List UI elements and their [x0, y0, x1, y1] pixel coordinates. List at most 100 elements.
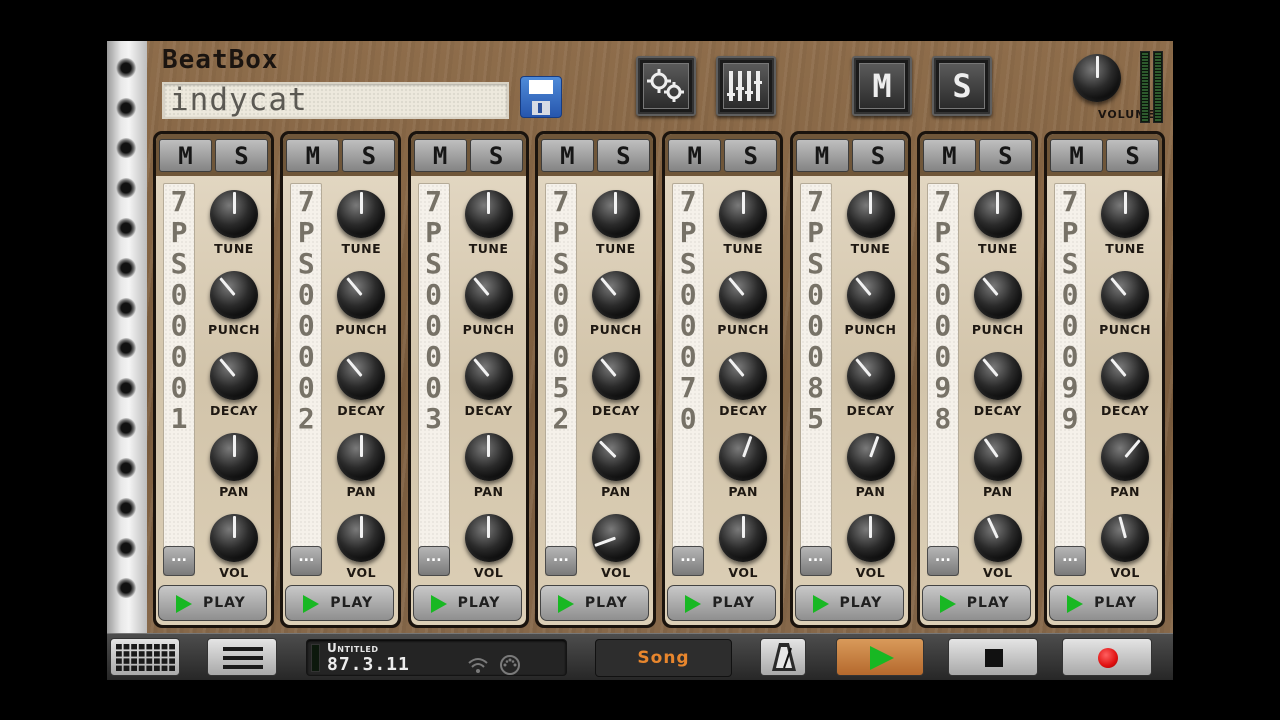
- channel-mute-button[interactable]: M: [413, 139, 467, 172]
- floppy-disk-icon[interactable]: [520, 76, 562, 118]
- punch-knob[interactable]: [591, 271, 640, 319]
- tune-knob[interactable]: [337, 190, 386, 238]
- pattern-name-field[interactable]: indycat: [162, 82, 509, 119]
- sample-name-display[interactable]: 7PS00098: [926, 183, 959, 576]
- channel-solo-button[interactable]: S: [724, 139, 778, 172]
- sample-browse-button[interactable]: ...: [417, 546, 450, 576]
- pan-knob[interactable]: [464, 433, 513, 481]
- pan-knob[interactable]: [846, 433, 895, 481]
- vol-knob[interactable]: [1101, 514, 1150, 562]
- channel-mute-button[interactable]: M: [1050, 139, 1104, 172]
- decay-knob[interactable]: [846, 352, 895, 400]
- channel-solo-button[interactable]: S: [978, 139, 1032, 172]
- stop-button[interactable]: [948, 638, 1038, 676]
- decay-knob[interactable]: [464, 352, 513, 400]
- channel-solo-button[interactable]: S: [1106, 139, 1160, 172]
- sample-name-display[interactable]: 7PS00002: [290, 183, 323, 576]
- mixer-button[interactable]: [716, 56, 776, 116]
- punch-knob[interactable]: [846, 271, 895, 319]
- channel-solo-button[interactable]: S: [342, 139, 396, 172]
- vol-knob[interactable]: [591, 514, 640, 562]
- sample-browse-button[interactable]: ...: [290, 546, 323, 576]
- pan-knob[interactable]: [337, 433, 386, 481]
- channel-solo-button[interactable]: S: [469, 139, 523, 172]
- pan-knob[interactable]: [973, 433, 1022, 481]
- punch-knob[interactable]: [973, 271, 1022, 319]
- sample-name-display[interactable]: 7PS00099: [1054, 183, 1087, 576]
- channel-mute-button[interactable]: M: [159, 139, 212, 172]
- decay-knob[interactable]: [210, 352, 258, 400]
- sample-name-display[interactable]: 7PS00052: [544, 183, 577, 576]
- channel-solo-button[interactable]: S: [215, 139, 268, 172]
- channel-play-button[interactable]: PLAY: [539, 585, 649, 621]
- decay-knob[interactable]: [973, 352, 1022, 400]
- settings-button[interactable]: [636, 56, 696, 116]
- vol-label: VOL: [983, 565, 1013, 580]
- punch-knob[interactable]: [464, 271, 513, 319]
- punch-knob[interactable]: [719, 271, 768, 319]
- decay-knob[interactable]: [719, 352, 768, 400]
- play-button[interactable]: [836, 638, 924, 676]
- sample-browse-button[interactable]: ...: [926, 546, 959, 576]
- record-button[interactable]: [1062, 638, 1152, 676]
- channel-play-button[interactable]: PLAY: [794, 585, 904, 621]
- sample-name-display[interactable]: 7PS00070: [672, 183, 705, 576]
- channel-play-button[interactable]: PLAY: [921, 585, 1031, 621]
- sample-browse-button[interactable]: ...: [799, 546, 832, 576]
- knob-indicator: [1117, 516, 1127, 539]
- channel-play-button[interactable]: PLAY: [158, 585, 267, 621]
- vol-knob[interactable]: [719, 514, 768, 562]
- tune-knob[interactable]: [591, 190, 640, 238]
- master-mute-button[interactable]: M: [852, 56, 912, 116]
- channel-mute-button[interactable]: M: [922, 139, 976, 172]
- channel-play-button[interactable]: PLAY: [667, 585, 777, 621]
- channel-mute-button[interactable]: M: [540, 139, 594, 172]
- channel-play-button[interactable]: PLAY: [285, 585, 395, 621]
- pan-knob[interactable]: [719, 433, 768, 481]
- pan-knob[interactable]: [210, 433, 258, 481]
- channel-play-button[interactable]: PLAY: [412, 585, 522, 621]
- tune-knob[interactable]: [846, 190, 895, 238]
- menu-button[interactable]: [207, 638, 277, 676]
- metronome-button[interactable]: [760, 638, 806, 676]
- vol-knob[interactable]: [337, 514, 386, 562]
- sample-name-display[interactable]: 7PS00085: [799, 183, 832, 576]
- pan-knob[interactable]: [591, 433, 640, 481]
- tune-knob[interactable]: [1101, 190, 1150, 238]
- tune-knob[interactable]: [719, 190, 768, 238]
- sample-name-display[interactable]: 7PS00001: [163, 183, 195, 576]
- master-solo-button[interactable]: S: [932, 56, 992, 116]
- vol-knob[interactable]: [464, 514, 513, 562]
- channel-mute-button[interactable]: M: [795, 139, 849, 172]
- tune-knob[interactable]: [973, 190, 1022, 238]
- tune-knob[interactable]: [464, 190, 513, 238]
- sample-browse-button[interactable]: ...: [544, 546, 577, 576]
- decay-knob[interactable]: [1101, 352, 1150, 400]
- sample-browse-button[interactable]: ...: [672, 546, 705, 576]
- punch-knob[interactable]: [1101, 271, 1150, 319]
- song-mode-button[interactable]: Song: [595, 639, 732, 677]
- vol-knob[interactable]: [846, 514, 895, 562]
- pan-knob[interactable]: [1101, 433, 1150, 481]
- tune-knob[interactable]: [210, 190, 258, 238]
- sample-name-display[interactable]: 7PS00003: [417, 183, 450, 576]
- sample-browse-button[interactable]: ...: [1054, 546, 1087, 576]
- channel-solo-button[interactable]: S: [596, 139, 650, 172]
- knob-indicator: [869, 515, 872, 538]
- vol-label: VOL: [601, 565, 631, 580]
- master-volume-knob[interactable]: [1073, 54, 1121, 102]
- vol-knob[interactable]: [210, 514, 258, 562]
- decay-label: DECAY: [591, 403, 640, 418]
- sample-browse-button[interactable]: ...: [163, 546, 195, 576]
- vol-knob[interactable]: [973, 514, 1022, 562]
- knob-indicator: [218, 358, 236, 377]
- channel-mute-button[interactable]: M: [286, 139, 340, 172]
- decay-knob[interactable]: [337, 352, 386, 400]
- channel-mute-button[interactable]: M: [668, 139, 722, 172]
- punch-knob[interactable]: [210, 271, 258, 319]
- channel-play-button[interactable]: PLAY: [1049, 585, 1159, 621]
- channel-solo-button[interactable]: S: [851, 139, 905, 172]
- decay-knob[interactable]: [591, 352, 640, 400]
- punch-knob[interactable]: [337, 271, 386, 319]
- pads-button[interactable]: [110, 638, 180, 676]
